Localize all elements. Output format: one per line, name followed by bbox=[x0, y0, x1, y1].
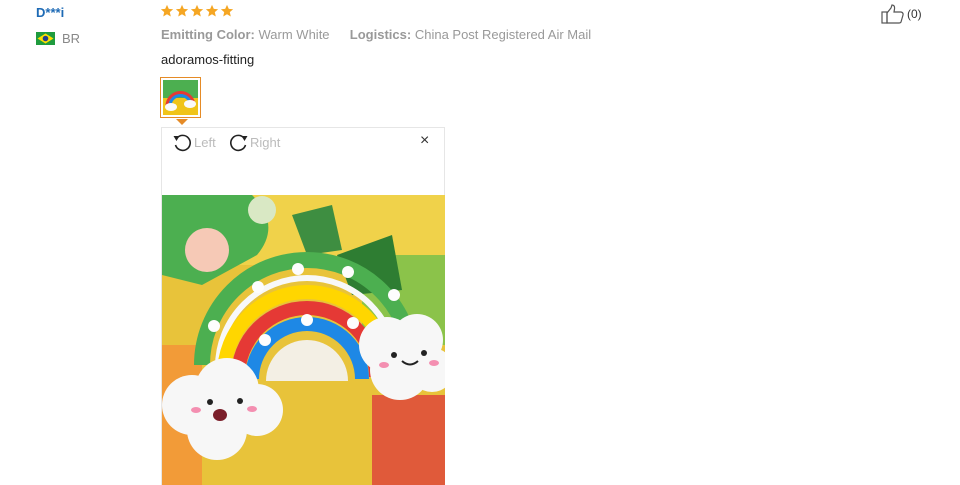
rating-stars bbox=[160, 4, 234, 18]
attribute-value-logistics: China Post Registered Air Mail bbox=[414, 27, 592, 42]
thumbnail-image bbox=[163, 80, 198, 115]
rotate-left-button[interactable]: Left bbox=[172, 132, 216, 153]
reviewer-name[interactable]: D***i bbox=[36, 5, 64, 20]
rotate-right-icon bbox=[230, 134, 248, 152]
attribute-key-logistics: Logistics: bbox=[349, 27, 412, 42]
thumbnail-pointer bbox=[176, 119, 188, 125]
star-icon bbox=[175, 4, 189, 17]
star-icon bbox=[220, 4, 234, 17]
photo-viewer: Left Right × bbox=[161, 127, 445, 485]
reviewer-country: BR bbox=[36, 31, 80, 46]
rotate-left-label: Left bbox=[194, 135, 216, 150]
attribute-key-color: Emitting Color: bbox=[161, 27, 255, 42]
helpful-count: (0) bbox=[907, 7, 922, 21]
rotate-right-button[interactable]: Right bbox=[228, 132, 280, 153]
star-icon bbox=[190, 4, 204, 17]
helpful-button[interactable]: (0) bbox=[881, 4, 922, 24]
rotate-right-label: Right bbox=[250, 135, 281, 150]
brazil-flag-icon bbox=[36, 32, 55, 45]
review-attributes: Emitting Color: Warm White Logistics: Ch… bbox=[161, 27, 591, 42]
thumbs-up-icon bbox=[881, 4, 904, 24]
star-icon bbox=[205, 4, 219, 17]
rotate-left-icon bbox=[173, 134, 191, 152]
country-code: BR bbox=[62, 31, 81, 46]
review-photo-thumbnail[interactable] bbox=[160, 77, 201, 118]
review-photo bbox=[162, 195, 445, 485]
close-viewer-button[interactable]: × bbox=[420, 132, 429, 150]
star-icon bbox=[160, 4, 174, 17]
review-text: adoramos-fitting bbox=[161, 52, 255, 67]
attribute-value-color: Warm White bbox=[258, 27, 330, 42]
